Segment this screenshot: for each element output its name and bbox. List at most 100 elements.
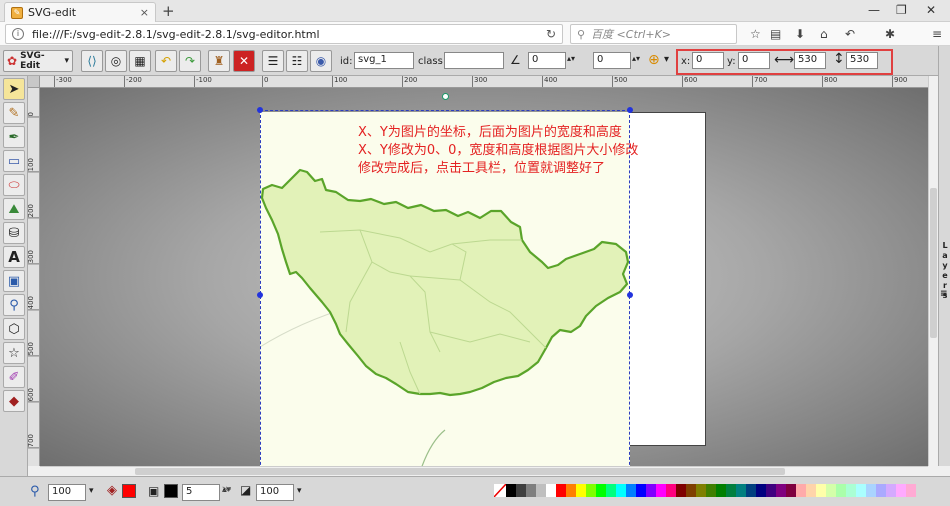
wireframe-mode-button[interactable]: ◎ [105, 50, 127, 72]
palette-swatch[interactable] [846, 484, 856, 497]
stroke-style-dropdown[interactable]: ≫ [222, 485, 231, 495]
stroke-color-swatch[interactable] [164, 484, 178, 498]
palette-swatch[interactable] [906, 484, 916, 497]
reload-icon[interactable]: ↻ [546, 27, 556, 41]
line-tool-button[interactable]: ✒ [3, 126, 25, 148]
palette-swatch[interactable] [866, 484, 876, 497]
align-icon[interactable]: ⊕ [648, 52, 660, 68]
palette-swatch[interactable] [676, 484, 686, 497]
image-tool-button[interactable]: ▣ [3, 270, 25, 292]
palette-swatch[interactable] [736, 484, 746, 497]
browser-tab[interactable]: ✎ SVG-edit × [4, 2, 156, 22]
info-icon[interactable]: i [12, 28, 24, 40]
palette-swatch[interactable] [526, 484, 536, 497]
palette-swatch[interactable] [896, 484, 906, 497]
paint-bucket-tool-button[interactable]: ◆ [3, 390, 25, 412]
clone-button[interactable]: ♜ [208, 50, 230, 72]
select-tool-button[interactable]: ➤ [3, 78, 25, 100]
bookmark-star-icon[interactable]: ☆ [750, 27, 761, 41]
delete-button[interactable]: ✕ [233, 50, 255, 72]
palette-swatch[interactable] [556, 484, 566, 497]
palette-swatch[interactable] [746, 484, 756, 497]
home-icon[interactable]: ⌂ [820, 27, 828, 41]
eyedropper-tool-button[interactable]: ✐ [3, 366, 25, 388]
palette-swatch[interactable] [506, 484, 516, 497]
zoom-dropdown-icon[interactable]: ▾ [89, 486, 94, 496]
convert-to-path-button[interactable]: ◉ [310, 50, 332, 72]
svg-edit-main-menu-button[interactable]: ✿ SVG-Edit ▾ [3, 50, 73, 72]
palette-swatch[interactable] [726, 484, 736, 497]
palette-swatch[interactable] [666, 484, 676, 497]
palette-swatch[interactable] [566, 484, 576, 497]
download-icon[interactable]: ⬇ [795, 27, 805, 41]
zoom-tool-button[interactable]: ⚲ [3, 294, 25, 316]
tab-close-icon[interactable]: × [140, 6, 149, 19]
window-maximize-button[interactable]: ❐ [896, 3, 907, 17]
palette-swatch[interactable] [586, 484, 596, 497]
redo-button[interactable]: ↷ [179, 50, 201, 72]
window-close-button[interactable]: ✕ [926, 3, 936, 17]
palette-swatch[interactable] [546, 484, 556, 497]
opacity-dropdown-icon[interactable]: ▾ [297, 486, 302, 496]
path-tool-button[interactable]: ⛰ [3, 198, 25, 220]
search-box[interactable]: ⚲ 百度 <Ctrl+K> [570, 24, 737, 44]
palette-swatch[interactable] [786, 484, 796, 497]
palette-swatch[interactable] [606, 484, 616, 497]
resize-handle-e[interactable] [627, 292, 633, 298]
class-input[interactable] [444, 52, 504, 69]
resize-handle-nw[interactable] [257, 107, 263, 113]
new-tab-button[interactable]: + [162, 2, 175, 20]
palette-swatch[interactable] [536, 484, 546, 497]
zoom-input[interactable]: 100 [48, 484, 86, 501]
fill-color-swatch[interactable] [122, 484, 136, 498]
stroke-width-input[interactable]: 5 [182, 484, 220, 501]
id-input[interactable]: svg_1 [354, 52, 414, 69]
ellipse-tool-button[interactable]: ⬭ [3, 174, 25, 196]
palette-swatch[interactable] [656, 484, 666, 497]
angle-spinner-icon[interactable]: ▴▾ [567, 54, 575, 63]
resize-handle-w[interactable] [257, 292, 263, 298]
palette-swatch[interactable] [686, 484, 696, 497]
extension-icon[interactable]: ✱ [885, 27, 895, 41]
palette-swatch[interactable] [796, 484, 806, 497]
opacity-input[interactable]: 100 [256, 484, 294, 501]
angle-input[interactable]: 0 [528, 52, 566, 69]
palette-swatch[interactable] [716, 484, 726, 497]
palette-swatch[interactable] [516, 484, 526, 497]
layers-panel-toggle[interactable]: L a y e r s ≡ [938, 46, 950, 466]
palette-swatch[interactable] [576, 484, 586, 497]
align-dropdown-icon[interactable]: ▾ [664, 54, 669, 65]
palette-swatch[interactable] [616, 484, 626, 497]
palette-swatch[interactable] [856, 484, 866, 497]
blur-spinner-icon[interactable]: ▴▾ [632, 54, 640, 63]
show-grid-button[interactable]: ▦ [129, 50, 151, 72]
move-top-button[interactable]: ☰ [262, 50, 284, 72]
window-minimize-button[interactable]: — [868, 3, 880, 17]
palette-swatch[interactable] [816, 484, 826, 497]
star-tool-button[interactable]: ☆ [3, 342, 25, 364]
palette-swatch[interactable] [636, 484, 646, 497]
palette-swatch[interactable] [696, 484, 706, 497]
palette-swatch[interactable] [756, 484, 766, 497]
text-tool-button[interactable]: A [3, 246, 25, 268]
palette-swatch[interactable] [806, 484, 816, 497]
shape-library-button[interactable]: ⛁ [3, 222, 25, 244]
pencil-tool-button[interactable]: ✎ [3, 102, 25, 124]
color-palette[interactable] [494, 484, 916, 497]
reading-list-icon[interactable]: ▤ [770, 27, 781, 41]
scrollbar-thumb[interactable] [930, 188, 937, 338]
vertical-scrollbar[interactable] [928, 76, 938, 466]
canvas-workarea[interactable]: X、Y为图片的坐标，后面为图片的宽度和高度 X、Y修改为0、0，宽度和高度根据图… [40, 88, 928, 466]
source-editor-button[interactable]: ⟨⟩ [81, 50, 103, 72]
blur-input[interactable]: 0 [593, 52, 631, 69]
palette-swatch[interactable] [776, 484, 786, 497]
address-bar[interactable]: i file:///F:/svg-edit-2.8.1/svg-edit-2.8… [5, 24, 563, 44]
no-color-swatch[interactable] [494, 484, 506, 497]
undo-button[interactable]: ↶ [155, 50, 177, 72]
palette-swatch[interactable] [826, 484, 836, 497]
palette-swatch[interactable] [596, 484, 606, 497]
palette-swatch[interactable] [766, 484, 776, 497]
rect-tool-button[interactable]: ▭ [3, 150, 25, 172]
menu-icon[interactable]: ≡ [932, 27, 942, 41]
palette-swatch[interactable] [836, 484, 846, 497]
